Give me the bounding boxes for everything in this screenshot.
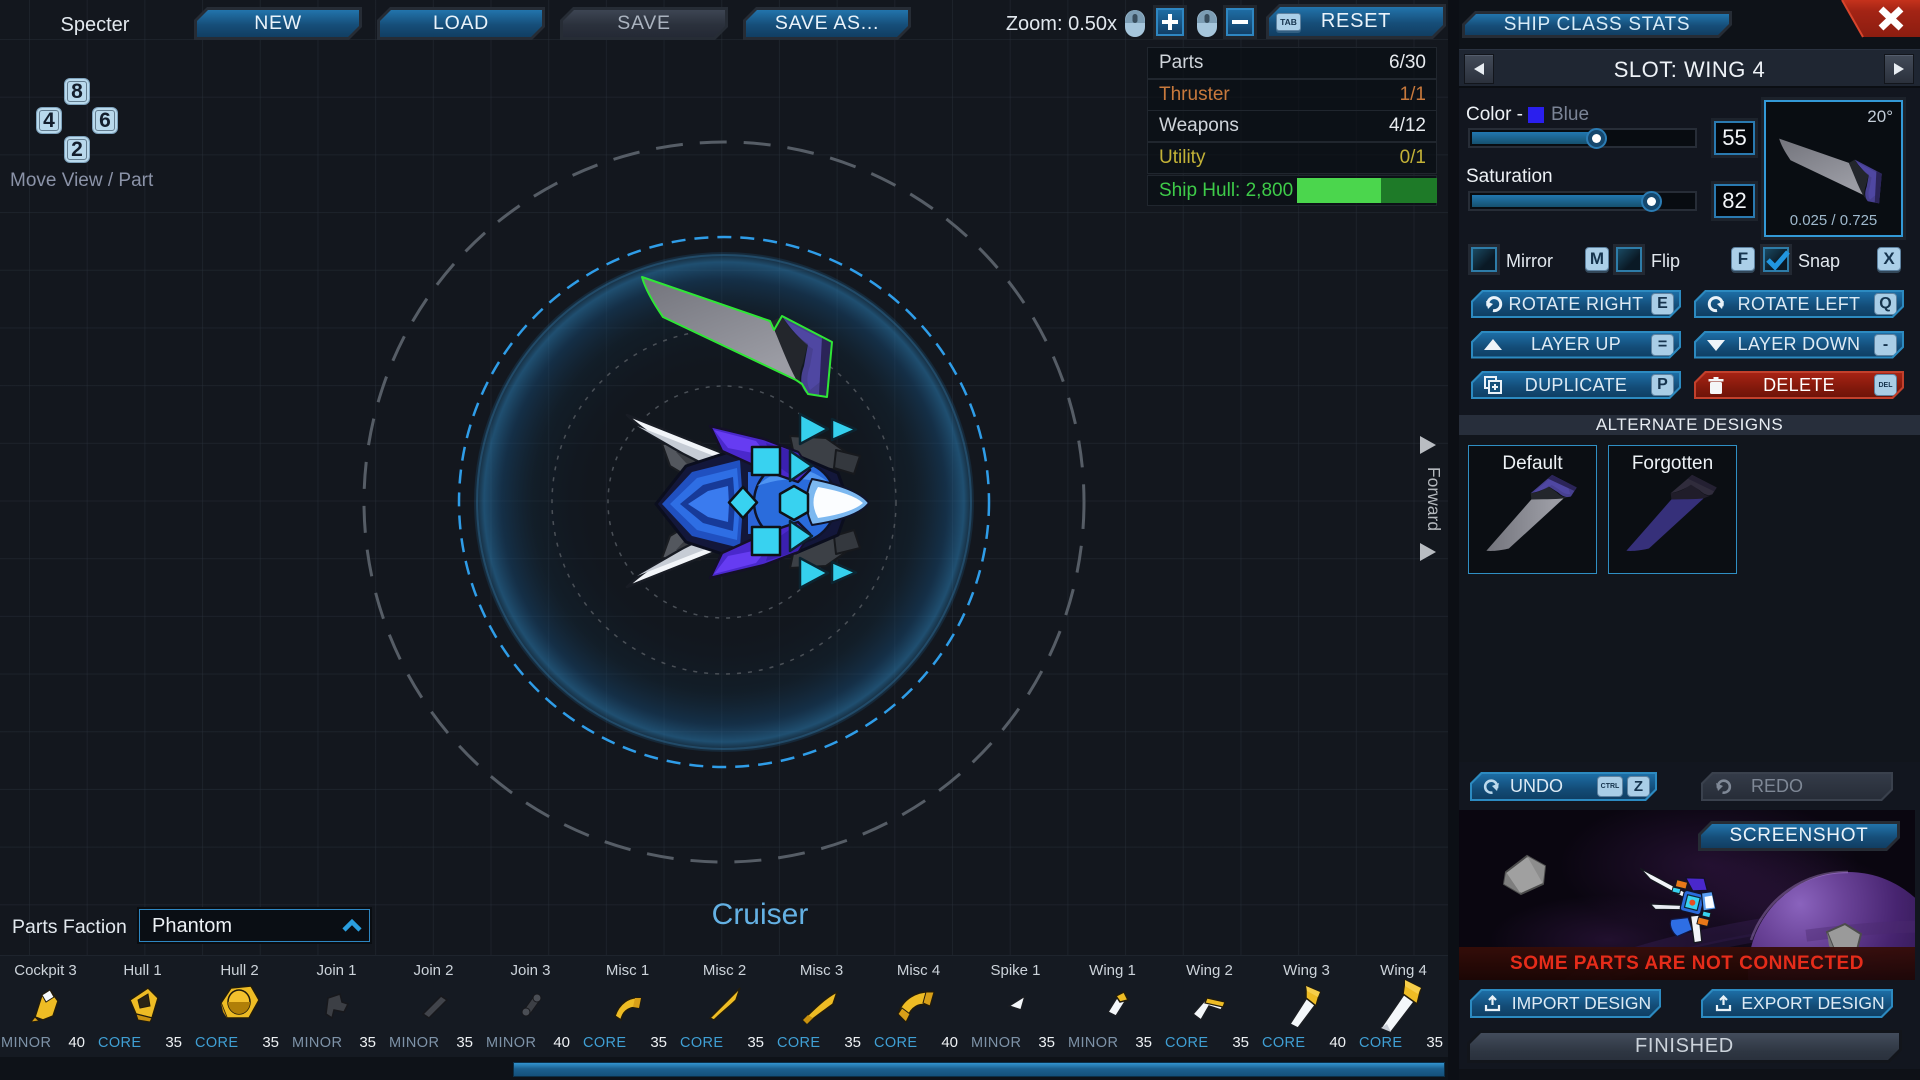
svg-text:Forward: Forward bbox=[1424, 467, 1444, 531]
